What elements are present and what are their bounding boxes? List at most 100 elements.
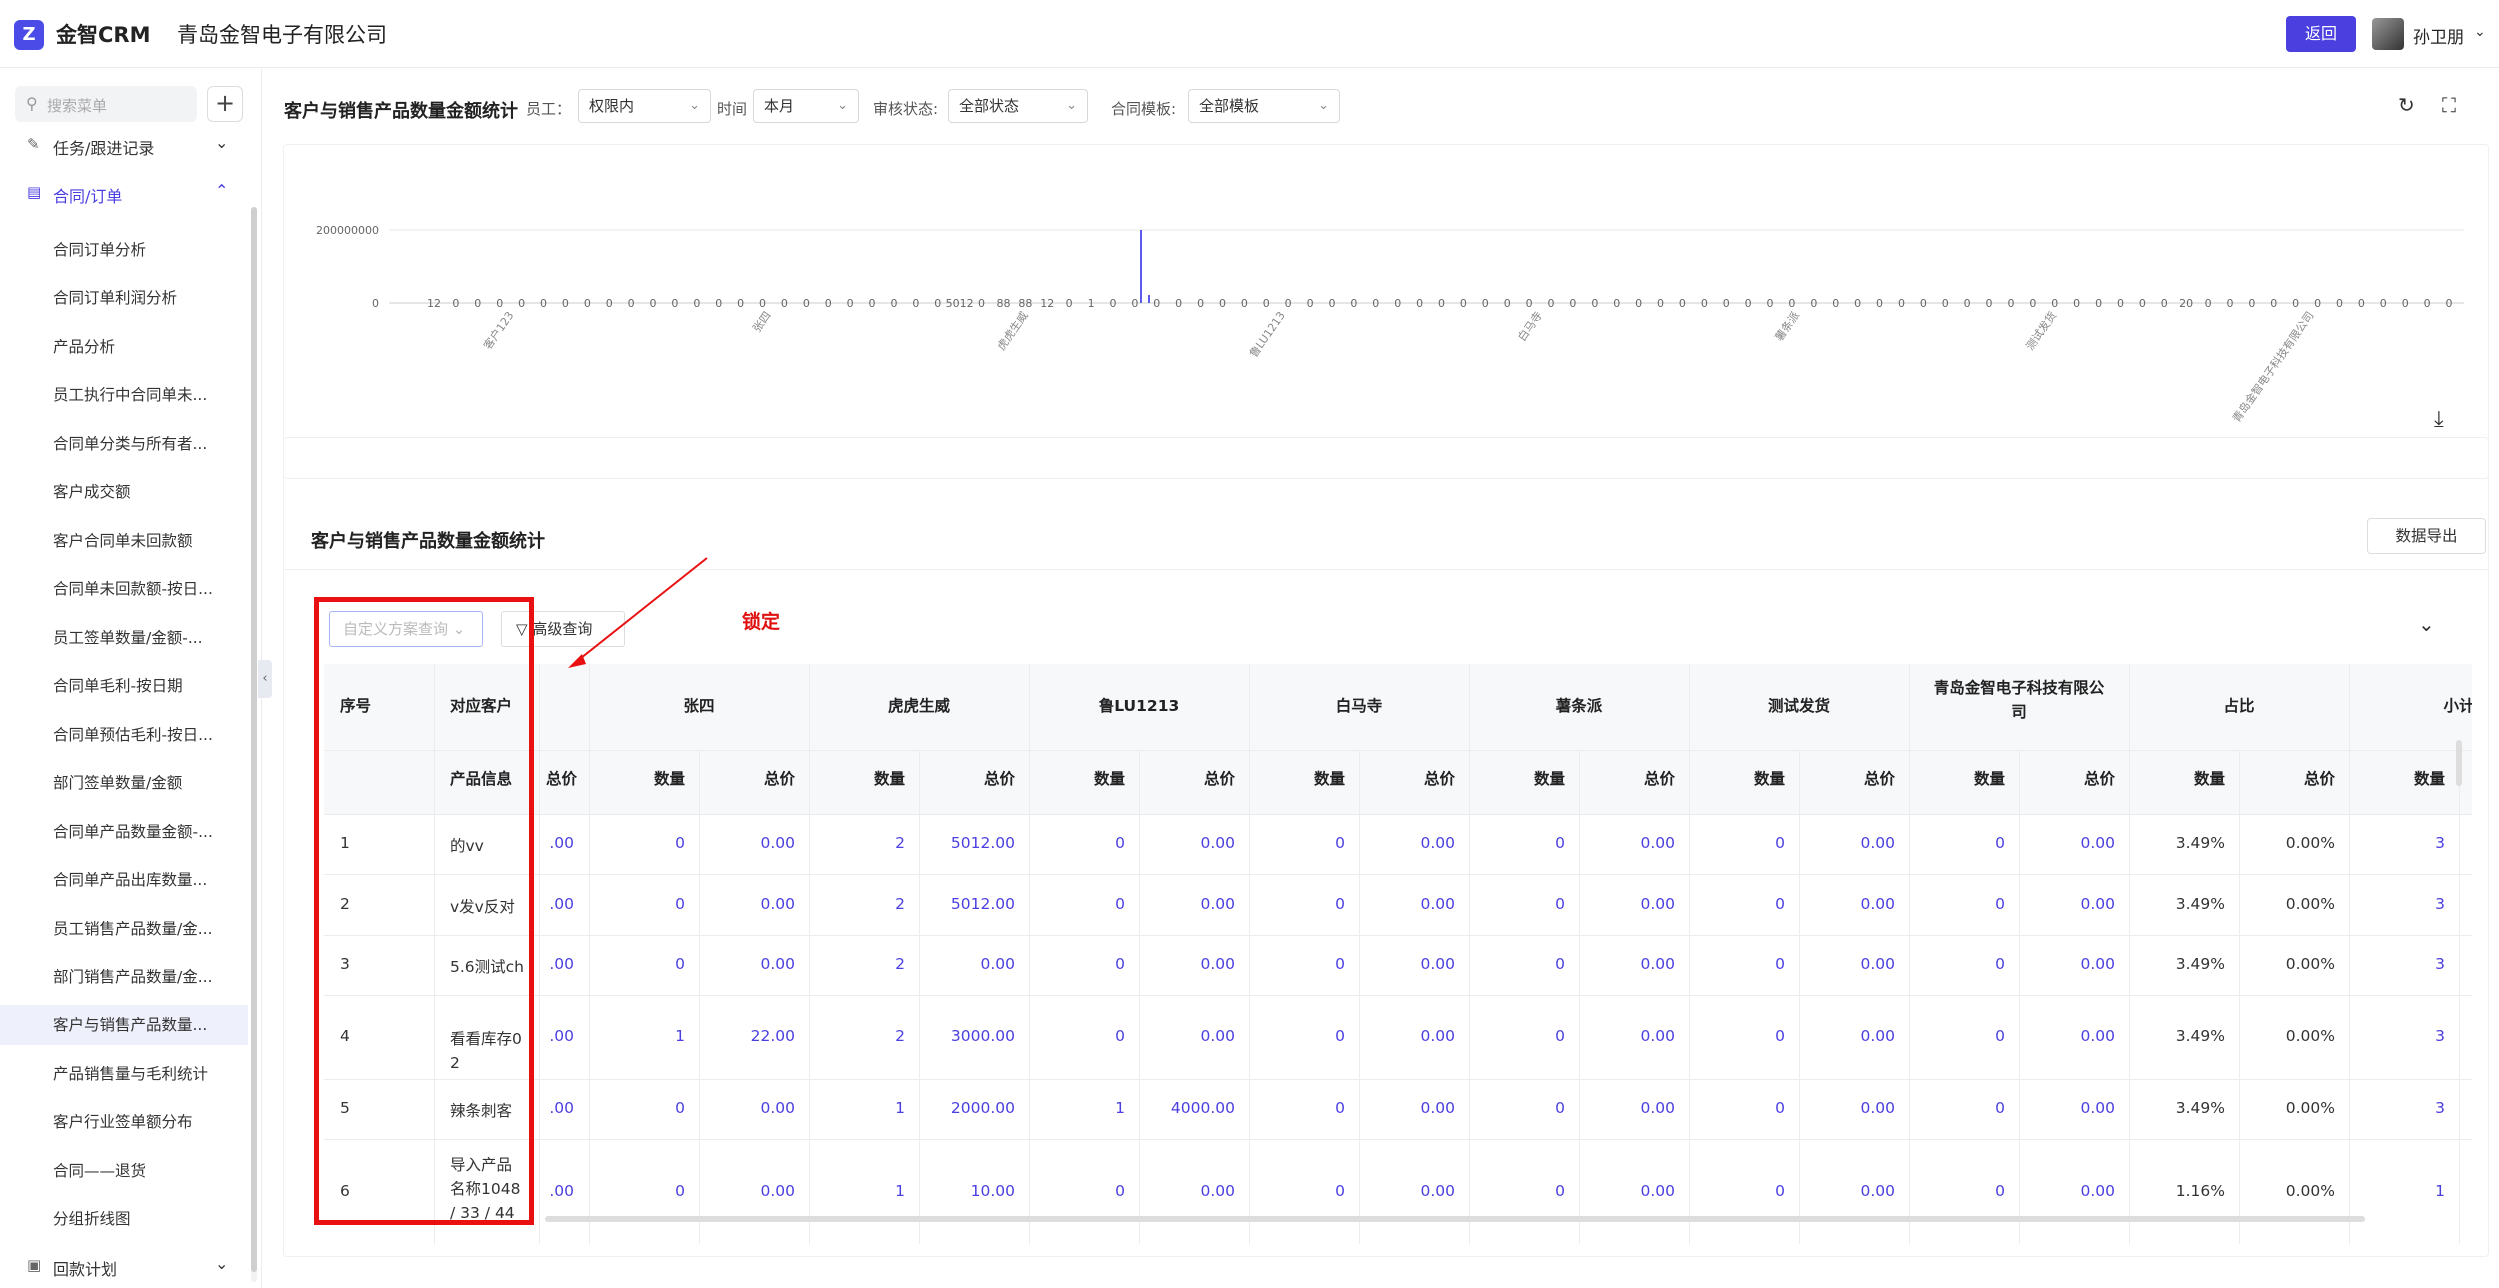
row-value[interactable]: 0 (589, 1182, 685, 1200)
row-value[interactable]: 0 (589, 895, 685, 913)
sidebar-item[interactable]: 合同单产品出库数量... (0, 860, 248, 900)
row-value[interactable]: 0 (589, 955, 685, 973)
sidebar-item[interactable]: 合同订单利润分析 (0, 278, 248, 318)
row-value[interactable]: 0 (1249, 955, 1345, 973)
row-value[interactable]: 0.00 (1799, 1099, 1895, 1117)
row-value[interactable]: 0 (1909, 955, 2005, 973)
row-value[interactable]: 0.00 (1359, 1027, 1455, 1045)
row-value[interactable]: 0.00 (699, 955, 795, 973)
row-value[interactable]: 0 (1249, 1027, 1345, 1045)
row-value[interactable]: 0 (1469, 895, 1565, 913)
row-value[interactable]: 0 (1909, 1182, 2005, 1200)
row-value[interactable]: 0.00 (1139, 955, 1235, 973)
sidebar-item[interactable]: 产品销售量与毛利统计 (0, 1054, 248, 1094)
row-value[interactable]: 0 (1029, 895, 1125, 913)
chevron-down-icon[interactable]: ⌄ (2474, 24, 2486, 40)
row-value[interactable]: 0.00 (1579, 1099, 1675, 1117)
sidebar-item[interactable]: 合同——退货 (0, 1151, 248, 1191)
refresh-icon[interactable]: ↻ (2398, 93, 2415, 117)
sidebar-item[interactable]: 部门销售产品数量/金... (0, 957, 248, 997)
row-value[interactable]: 0.00 (1359, 895, 1455, 913)
row-value[interactable]: 1 (1029, 1099, 1125, 1117)
row-value[interactable]: 0.00 (699, 895, 795, 913)
row-value[interactable]: 0 (1689, 955, 1785, 973)
row-value[interactable]: 0.00 (2019, 955, 2115, 973)
sidebar-item[interactable]: 合同单毛利-按日期 (0, 666, 248, 706)
row-value[interactable]: 0.00 (1579, 895, 1675, 913)
row-value[interactable]: 0 (1689, 834, 1785, 852)
row-value[interactable]: 2 (809, 834, 905, 852)
row-value[interactable]: 0 (1469, 1182, 1565, 1200)
row-value[interactable]: .00 (540, 1099, 574, 1117)
row-value[interactable]: 0 (1689, 1027, 1785, 1045)
row-value[interactable]: 2 (809, 955, 905, 973)
row-value[interactable]: 3000.00 (919, 1027, 1015, 1045)
row-value[interactable]: 0 (1249, 1099, 1345, 1117)
row-value[interactable]: 0.00 (699, 1099, 795, 1117)
vertical-scrollbar[interactable] (2456, 740, 2462, 786)
row-value[interactable]: 0.00 (1359, 1099, 1455, 1117)
row-value[interactable]: 0.00 (1139, 834, 1235, 852)
collapse-sidebar-icon[interactable]: ‹ (258, 660, 272, 698)
row-value[interactable]: 2 (809, 1027, 905, 1045)
row-value[interactable]: 0.00 (1579, 834, 1675, 852)
sidebar-item[interactable]: 员工执行中合同单未... (0, 375, 248, 415)
add-button[interactable]: + (207, 86, 243, 122)
row-value[interactable]: 0.00 (1579, 1182, 1675, 1200)
row-value[interactable]: 0 (1249, 895, 1345, 913)
row-value[interactable]: 0.00 (1579, 1027, 1675, 1045)
row-value[interactable]: .00 (540, 1182, 574, 1200)
download-icon[interactable]: ⤓ (2434, 407, 2444, 432)
row-value[interactable]: .00 (540, 834, 574, 852)
audit-select[interactable]: 全部状态 ⌄ (948, 89, 1088, 123)
row-value[interactable]: 4000.00 (1139, 1099, 1235, 1117)
sidebar-item[interactable]: 合同单未回款额-按日... (0, 569, 248, 609)
sidebar-item[interactable]: 客户成交额 (0, 472, 248, 512)
row-value[interactable]: 0.00 (2019, 895, 2115, 913)
row-value[interactable]: 5012.00 (919, 834, 1015, 852)
avatar[interactable] (2372, 18, 2404, 50)
row-value[interactable]: 0.00 (1139, 1027, 1235, 1045)
user-name[interactable]: 孙卫朋 (2413, 23, 2464, 48)
row-value[interactable]: 0 (1689, 1099, 1785, 1117)
sidebar-item[interactable]: 员工签单数量/金额-... (0, 618, 248, 658)
row-value[interactable]: 1 (809, 1182, 905, 1200)
row-value[interactable]: 0 (1469, 1099, 1565, 1117)
row-subtotal[interactable]: 3 (2349, 1099, 2445, 1117)
menu-search-input[interactable]: ⚲ 搜索菜单 (15, 86, 197, 122)
row-value[interactable]: 0 (1909, 1027, 2005, 1045)
sidebar-item[interactable]: 合同订单分析 (0, 230, 248, 270)
menu-group-payments[interactable]: ▣ 回款计划 ⌄ (0, 1245, 248, 1288)
sidebar-item[interactable]: 客户行业签单额分布 (0, 1102, 248, 1142)
sidebar-scrollbar[interactable] (251, 207, 257, 1282)
sidebar-item[interactable]: 合同单分类与所有者... (0, 424, 248, 464)
row-value[interactable]: 0 (1689, 1182, 1785, 1200)
row-value[interactable]: 1 (809, 1099, 905, 1117)
back-button[interactable]: 返回 (2286, 16, 2356, 52)
row-value[interactable]: 0 (1909, 1099, 2005, 1117)
row-value[interactable]: 0.00 (1579, 955, 1675, 973)
row-value[interactable]: 0.00 (1139, 895, 1235, 913)
row-value[interactable]: 0 (589, 1099, 685, 1117)
row-value[interactable]: 0.00 (2019, 1099, 2115, 1117)
row-value[interactable]: 5012.00 (919, 895, 1015, 913)
row-value[interactable]: 0.00 (699, 834, 795, 852)
expand-icon[interactable]: ⌄ (2418, 612, 2435, 636)
row-value[interactable]: 0.00 (1799, 955, 1895, 973)
row-value[interactable]: 2 (809, 895, 905, 913)
sidebar-item-selected[interactable]: 客户与销售产品数量... (0, 1005, 248, 1045)
row-subtotal[interactable]: 3 (2349, 1027, 2445, 1045)
horizontal-scrollbar[interactable] (545, 1216, 2365, 1222)
row-value[interactable]: 0 (1249, 834, 1345, 852)
row-value[interactable]: 0 (1029, 1182, 1125, 1200)
row-value[interactable]: .00 (540, 895, 574, 913)
row-value[interactable]: 1 (589, 1027, 685, 1045)
row-value[interactable]: 0 (1469, 955, 1565, 973)
menu-group-tasks[interactable]: ✎ 任务/跟进记录 ⌄ (0, 124, 248, 168)
row-value[interactable]: 0.00 (1799, 1182, 1895, 1200)
row-value[interactable]: 22.00 (699, 1027, 795, 1045)
row-value[interactable]: 0 (1909, 834, 2005, 852)
scheme-select[interactable]: 自定义方案查询 ⌄ (329, 611, 483, 647)
row-value[interactable]: 0.00 (1139, 1182, 1235, 1200)
row-value[interactable]: 0 (1029, 834, 1125, 852)
